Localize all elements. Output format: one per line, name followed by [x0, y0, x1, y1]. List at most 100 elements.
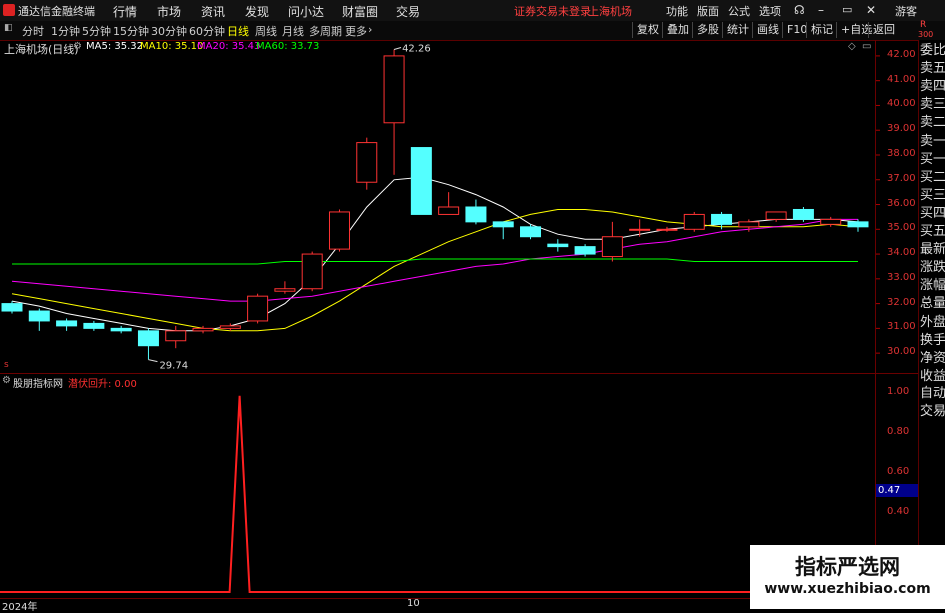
candle-body: [820, 218, 842, 225]
candle-body: [465, 206, 487, 223]
price-axis-tick: 35.00: [887, 222, 916, 234]
quote-side-panel: 委比 卖五 卖四 卖三 卖二 卖一 买一 买二 买三 买四 买五 最新 涨跌 涨幅 总量 外盘 换手 净资 收益 自…: [918, 40, 945, 609]
candle-body: [738, 221, 760, 228]
ma-line-ma10: [11, 209, 859, 332]
candle-body: [56, 320, 78, 327]
candle-body: [574, 246, 596, 255]
candlestick: [492, 221, 514, 240]
candlestick: [629, 219, 651, 237]
price-axis-tick: 32.00: [887, 296, 916, 308]
pane-divider: [0, 373, 918, 374]
candlestick: [83, 320, 105, 331]
candlestick: [274, 281, 296, 294]
quote-field-label: 卖二: [920, 115, 945, 131]
auto-trade-label[interactable]: 自动: [920, 385, 945, 403]
candle-body: [1, 303, 23, 312]
indicator-ytick: 1.00: [887, 386, 910, 397]
candle-body: [192, 327, 214, 332]
x-axis-label: 10: [407, 598, 420, 609]
indicator-series-label: 潜伏回升: 0.00: [68, 379, 137, 390]
candlestick: [56, 318, 78, 331]
candlestick: [410, 147, 432, 215]
indicator-ytick: 0.40: [887, 506, 910, 517]
candle-body: [137, 330, 159, 347]
candlestick: [383, 49, 405, 175]
candlestick: [247, 293, 269, 324]
high-marker-line: [393, 46, 402, 50]
candle-body: [410, 147, 432, 215]
price-axis-tick: 30.00: [887, 346, 916, 358]
kline-chart[interactable]: 42.26 29.74: [0, 0, 945, 609]
candlestick: [1, 301, 23, 314]
quote-field-label: 委比: [920, 43, 945, 58]
candle-body: [847, 221, 869, 228]
ma-line-ma20: [11, 218, 858, 302]
quote-field-label: 涨跌: [920, 260, 945, 276]
ma-line-ma5: [11, 176, 859, 332]
candle-body: [656, 228, 678, 231]
candle-body: [328, 211, 350, 250]
low-marker-line: [148, 359, 158, 363]
indicator-name[interactable]: 股朋指标网: [13, 375, 63, 390]
candlestick: [165, 325, 187, 349]
candlestick: [301, 251, 323, 292]
quote-field-label: 收益: [920, 368, 945, 384]
price-axis-tick: 33.00: [887, 271, 916, 283]
candle-body: [629, 228, 651, 231]
auto-trade-label[interactable]: 交易: [920, 403, 945, 421]
quote-field-label: 卖四: [920, 79, 945, 95]
candle-body: [301, 253, 323, 290]
candle-body: [792, 208, 814, 220]
candle-body: [492, 221, 514, 228]
quote-field-label: 买二: [920, 169, 945, 185]
candle-body: [247, 295, 269, 322]
quote-field-label: 最新: [920, 242, 945, 258]
quote-field-label: 买五: [920, 224, 945, 239]
price-axis-tick: 34.00: [887, 247, 916, 259]
candle-body: [274, 288, 296, 292]
price-axis-tick: 40.00: [887, 98, 916, 110]
candlestick: [356, 137, 378, 190]
ma-line-ma60: [12, 258, 858, 265]
candle-body: [601, 236, 623, 258]
quote-field-label: 外盘: [920, 314, 945, 330]
watermark-title: 指标严选网: [795, 555, 900, 579]
quote-field-label: 卖三: [920, 97, 945, 113]
candlestick: [28, 308, 50, 331]
small-s-marker: s: [4, 360, 9, 370]
price-axis-tick: 31.00: [887, 321, 916, 333]
price-axis-tick: 37.00: [887, 172, 916, 184]
quote-field-label: 买四: [920, 205, 945, 221]
quote-field-label: 总量: [920, 296, 945, 312]
quote-field-label: 买一: [920, 151, 945, 167]
price-axis-tick: 42.00: [887, 48, 916, 60]
candle-body: [520, 226, 542, 238]
candlestick: [547, 239, 569, 252]
watermark: 指标严选网 www.xuezhibiao.com: [750, 545, 945, 609]
candlestick: [465, 199, 487, 225]
candlestick: [683, 211, 705, 232]
high-price-label: 42.26: [402, 43, 431, 54]
candle-body: [383, 55, 405, 124]
candlestick: [792, 207, 814, 222]
indicator-settings-icon[interactable]: ⚙: [2, 375, 11, 386]
candle-body: [765, 211, 787, 220]
candlestick: [110, 325, 132, 334]
price-axis-tick: 39.00: [887, 123, 916, 135]
candle-body: [83, 322, 105, 329]
quote-field-label: 换手: [920, 332, 945, 348]
candlestick: [328, 209, 350, 252]
candlestick: [137, 328, 159, 360]
candle-body: [683, 213, 705, 230]
axis-divider: [875, 40, 876, 600]
indicator-ytick: 0.60: [887, 466, 910, 477]
indicator-signal-line: [0, 395, 868, 593]
quote-field-label: 卖五: [920, 61, 945, 77]
indicator-ytick: 0.80: [887, 426, 910, 437]
watermark-url: www.xuezhibiao.com: [764, 581, 931, 597]
candlestick: [520, 224, 542, 240]
quote-field-label: 买三: [920, 187, 945, 203]
candle-body: [711, 213, 733, 225]
candle-body: [165, 330, 187, 342]
x-axis-label: 2024年: [2, 602, 38, 613]
